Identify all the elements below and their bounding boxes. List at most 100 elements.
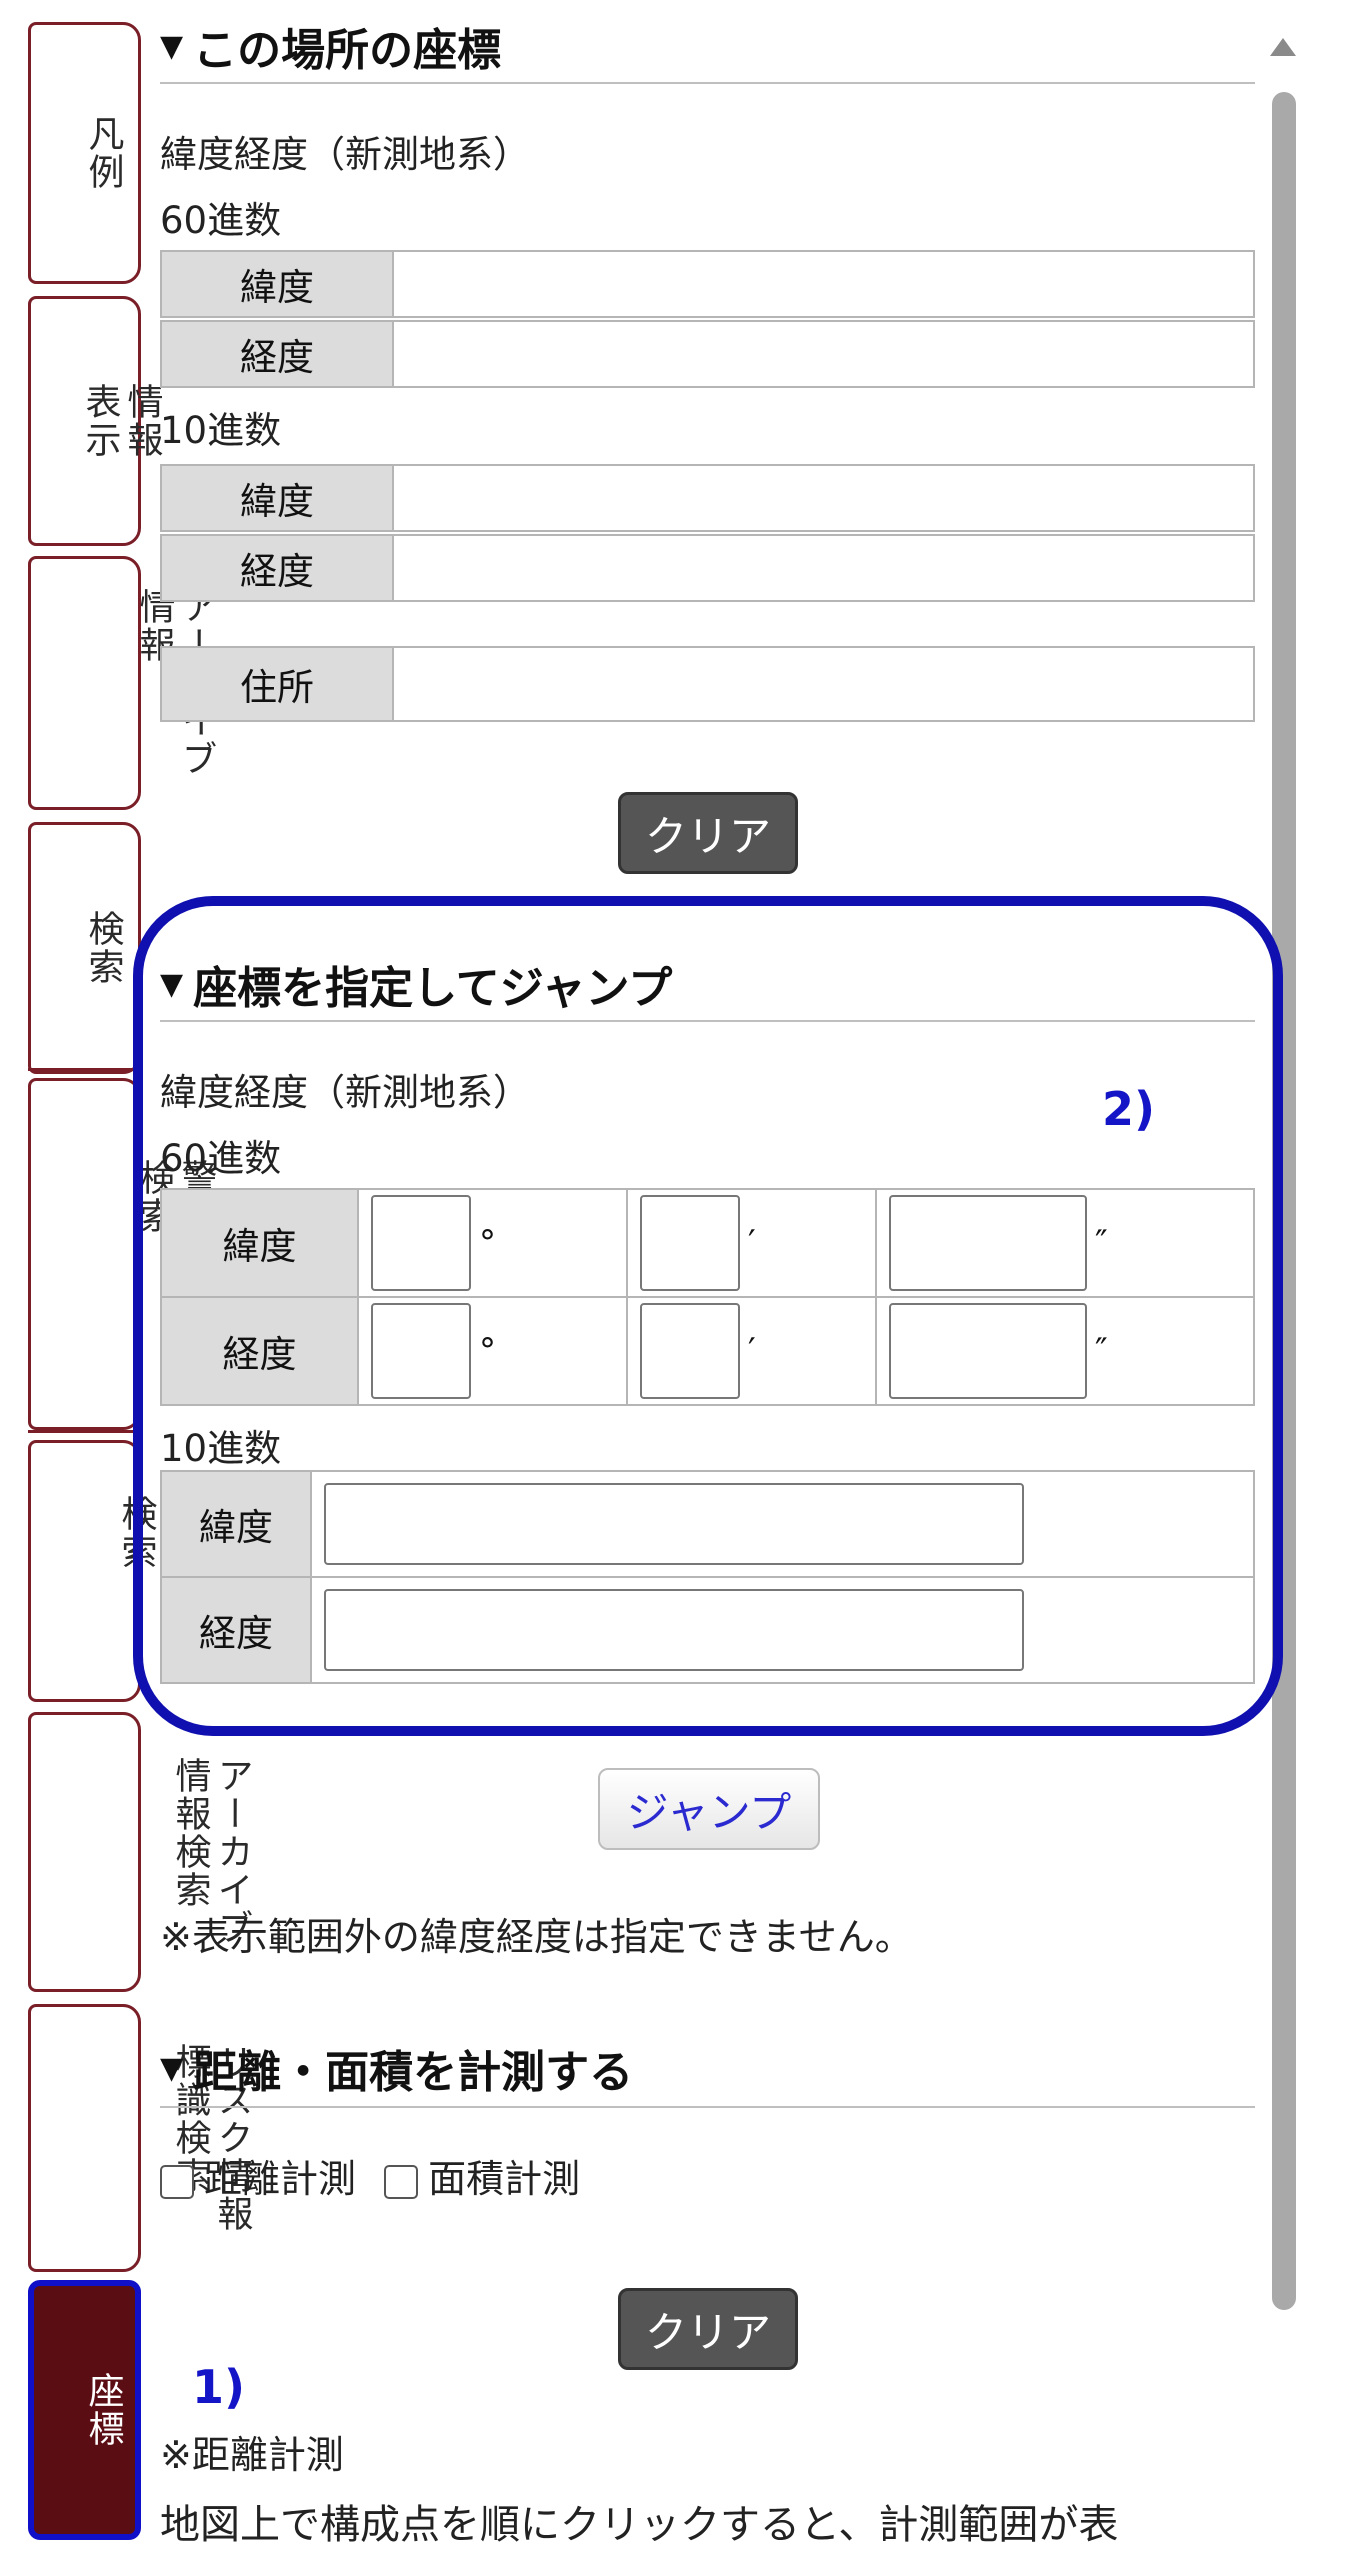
collapse-triangle-icon: ▼ (160, 2050, 184, 2086)
location-address-value (394, 648, 1253, 720)
tab-legend[interactable]: 凡例 (28, 22, 141, 284)
jump-dec-lat-header: 緯度 (160, 1470, 312, 1578)
tab-label-text: 検索 (82, 910, 124, 986)
tab-search[interactable]: 検索 (28, 822, 141, 1074)
lat-degrees-input[interactable] (371, 1195, 471, 1291)
tab-separator (28, 1068, 141, 1071)
measure-section-title[interactable]: ▼ 距離・面積を計測する (160, 2036, 633, 2100)
decimal-longitude-input[interactable] (324, 1589, 1024, 1671)
collapse-triangle-icon: ▼ (160, 28, 184, 64)
location-decimal-label: 10進数 (160, 409, 282, 452)
jump-dec-lat-row: 緯度 (160, 1470, 1255, 1578)
jump-sexagesimal-label: 60進数 (160, 1137, 282, 1180)
jump-sexa-lng-deg-cell: ° (357, 1296, 628, 1406)
jump-dec-lng-row: 経度 (160, 1576, 1255, 1684)
tab-label-text: 表示 (79, 383, 121, 459)
location-address-header: 住所 (162, 648, 394, 720)
location-sexagesimal-label: 60進数 (160, 199, 282, 242)
location-sexa-lng-row: 経度 (160, 320, 1255, 388)
jump-sexa-lng-sec-cell: ″ (875, 1296, 1255, 1406)
jump-sexagesimal-table: 緯度 ° ′ ″ 経度 ° ′ ″ (160, 1188, 1255, 1406)
location-sexa-lat-row: 緯度 (160, 250, 1255, 318)
location-section-title[interactable]: ▼ この場所の座標 (160, 14, 501, 78)
tab-separator (28, 1430, 141, 1433)
jump-button[interactable]: ジャンプ (598, 1768, 820, 1850)
measure-subhead: ※距離計測 (160, 2433, 344, 2477)
jump-sexa-lng-min-cell: ′ (626, 1296, 877, 1406)
jump-sexa-lat-deg-cell: ° (357, 1188, 628, 1298)
tab-coordinates[interactable]: 座標 (28, 2280, 141, 2540)
tab-label-text: 凡例 (82, 115, 124, 191)
jump-dec-lng-header: 経度 (160, 1576, 312, 1684)
collapse-triangle-icon: ▼ (160, 966, 184, 1002)
annotation-marker-2: 2) (1102, 1082, 1156, 1136)
lng-degrees-input[interactable] (371, 1303, 471, 1399)
jump-sexa-lat-min-cell: ′ (626, 1188, 877, 1298)
jump-section-title[interactable]: ▼ 座標を指定してジャンプ (160, 952, 672, 1016)
jump-decimal-table: 緯度 経度 (160, 1470, 1255, 1684)
minute-symbol: ′ (748, 1331, 756, 1371)
jump-note: ※表示範囲外の緯度経度は指定できません。 (160, 1915, 913, 1959)
location-dec-lng-header: 経度 (162, 536, 394, 600)
jump-decimal-label: 10進数 (160, 1427, 282, 1470)
location-title-text: この場所の座標 (193, 25, 502, 76)
jump-sexa-lat-header: 緯度 (160, 1188, 359, 1298)
area-checkbox-label[interactable]: 面積計測 (428, 2157, 580, 2201)
tab-label-text: 座標 (82, 2372, 124, 2448)
measure-clear-button[interactable]: クリア (618, 2288, 798, 2370)
scrollbar-thumb[interactable] (1272, 92, 1296, 2310)
tab-info-display-label: 情報 表示 (10, 383, 163, 459)
location-dec-lng-value (394, 536, 1253, 600)
tab-coordinates-label: 座標 (49, 2372, 124, 2448)
distance-checkbox[interactable] (160, 2164, 194, 2199)
jump-sexa-lat-row: 緯度 ° ′ ″ (160, 1188, 1255, 1298)
tab-danger-spot-search[interactable]: 危険箇所検索 (28, 1440, 199, 1702)
tab-label-text: 検索 (115, 1495, 157, 1571)
jump-system-label: 緯度経度（新測地系） (160, 1071, 530, 1114)
lng-seconds-input[interactable] (889, 1303, 1087, 1399)
location-dec-lat-value (394, 466, 1253, 530)
location-dec-lat-header: 緯度 (162, 466, 394, 530)
tab-search-label: 検索 (49, 910, 124, 986)
measure-title-text: 距離・面積を計測する (193, 2047, 634, 2098)
tab-archive-info-search[interactable]: アーカイブ 情報検索 (28, 1712, 253, 1992)
jump-sexa-lng-header: 経度 (160, 1296, 359, 1406)
tab-warning-area-search[interactable]: 警戒区域等検索 (28, 1078, 217, 1430)
location-clear-button[interactable]: クリア (618, 792, 798, 874)
scroll-up-arrow-icon[interactable] (1270, 38, 1296, 56)
area-checkbox[interactable] (384, 2164, 419, 2199)
second-symbol: ″ (1095, 1223, 1108, 1263)
tab-archive-info[interactable]: アーカイブ情報 (28, 556, 217, 810)
distance-checkbox-label[interactable]: 距離計測 (204, 2157, 356, 2201)
jump-sexa-lat-sec-cell: ″ (875, 1188, 1255, 1298)
jump-dec-lat-cell (310, 1470, 1255, 1578)
location-address-row: 住所 (160, 646, 1255, 722)
measure-description: 地図上で構成点を順にクリックすると、計測範囲が表 (160, 2502, 1119, 2548)
tab-label-text: 情報 (121, 383, 163, 459)
location-sexa-lng-header: 経度 (162, 322, 394, 386)
lat-seconds-input[interactable] (889, 1195, 1087, 1291)
divider (160, 82, 1255, 84)
location-sexa-lat-value (394, 252, 1253, 316)
annotation-marker-1: 1) (192, 2360, 246, 2414)
location-dec-lat-row: 緯度 (160, 464, 1255, 532)
tab-sign-search[interactable]: リスク情報 標識検索 (28, 2004, 253, 2272)
lat-minutes-input[interactable] (640, 1195, 740, 1291)
measure-options: 距離計測 面積計測 (160, 2148, 580, 2203)
location-dec-lng-row: 経度 (160, 534, 1255, 602)
tab-legend-label: 凡例 (49, 115, 124, 191)
location-system-label: 緯度経度（新測地系） (160, 133, 530, 176)
degree-symbol: ° (479, 1223, 496, 1263)
jump-dec-lng-cell (310, 1576, 1255, 1684)
degree-symbol: ° (479, 1331, 496, 1371)
lng-minutes-input[interactable] (640, 1303, 740, 1399)
decimal-latitude-input[interactable] (324, 1483, 1024, 1565)
divider (160, 2106, 1255, 2108)
location-sexa-lng-value (394, 322, 1253, 386)
tab-info-display[interactable]: 情報 表示 (28, 296, 163, 546)
jump-title-text: 座標を指定してジャンプ (193, 963, 673, 1014)
second-symbol: ″ (1095, 1331, 1108, 1371)
jump-sexa-lng-row: 経度 ° ′ ″ (160, 1296, 1255, 1406)
divider (160, 1020, 1255, 1022)
location-sexa-lat-header: 緯度 (162, 252, 394, 316)
